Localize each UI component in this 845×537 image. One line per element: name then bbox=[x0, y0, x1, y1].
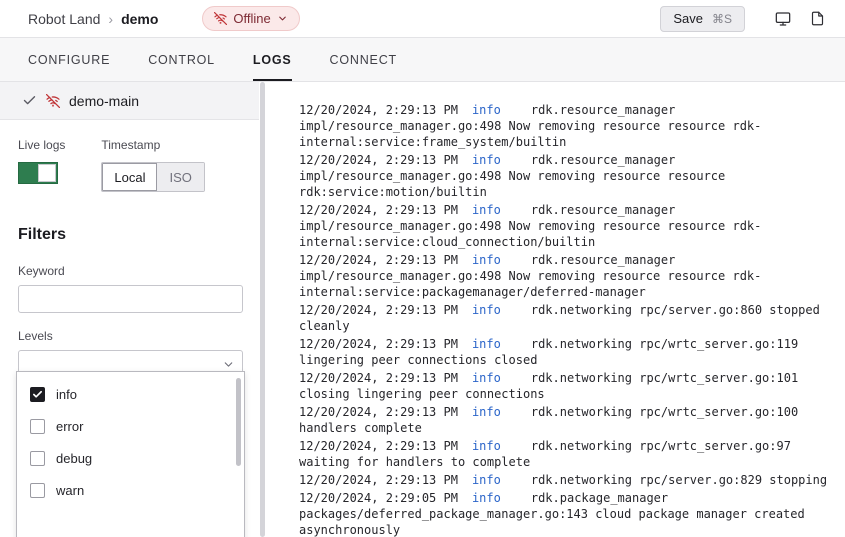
log-entry: 12/20/2024, 2:29:13 PMinfordk.networking… bbox=[299, 438, 841, 470]
save-label: Save bbox=[673, 11, 703, 26]
wifi-off-icon bbox=[214, 12, 227, 25]
save-button[interactable]: Save ⌘S bbox=[660, 6, 745, 32]
live-logs-label: Live logs bbox=[18, 138, 65, 152]
log-entry: 12/20/2024, 2:29:13 PM info rdk.networking… bbox=[299, 472, 841, 488]
log-entry: 12/20/2024, 2:29:13 PMinfordk.resource_m… bbox=[299, 202, 841, 250]
levels-label: Levels bbox=[18, 329, 243, 343]
log-level: info bbox=[472, 371, 501, 385]
log-timestamp: 12/20/2024, 2:29:13 PM bbox=[299, 473, 458, 487]
log-controls: Live logs Timestamp Local ISO bbox=[18, 138, 243, 192]
log-level: info bbox=[472, 303, 501, 317]
check-icon bbox=[22, 93, 37, 108]
log-level: info bbox=[472, 203, 501, 217]
checkbox-icon bbox=[30, 483, 45, 498]
log-entry: 12/20/2024, 2:29:13 PMinfordk.resource_m… bbox=[299, 102, 841, 150]
levels-dropdown: info error debug warn bbox=[16, 371, 245, 537]
level-option-label: warn bbox=[56, 483, 84, 498]
timestamp-label: Timestamp bbox=[101, 138, 204, 152]
log-timestamp: 12/20/2024, 2:29:13 PM bbox=[299, 253, 458, 267]
tab-control[interactable]: CONTROL bbox=[148, 38, 215, 81]
machine-page: Robot Land › demo Offline Save ⌘S bbox=[0, 0, 845, 537]
tab-configure[interactable]: CONFIGURE bbox=[28, 38, 110, 81]
toggle-knob bbox=[38, 164, 56, 182]
timestamp-iso-button[interactable]: ISO bbox=[157, 163, 203, 191]
log-timestamp: 12/20/2024, 2:29:13 PM bbox=[299, 303, 458, 317]
file-icon bbox=[810, 11, 825, 26]
log-panel[interactable]: 12/20/2024, 2:29:13 PMinfordk.resource_m… bbox=[265, 82, 845, 537]
monitor-icon bbox=[775, 11, 791, 27]
level-option-label: info bbox=[56, 387, 77, 402]
log-entry: 12/20/2024, 2:29:13 PMinfordk.networking… bbox=[299, 302, 841, 334]
filters-title: Filters bbox=[18, 226, 243, 244]
live-logs-toggle[interactable] bbox=[18, 162, 58, 184]
top-bar: Robot Land › demo Offline Save ⌘S bbox=[0, 0, 845, 38]
level-option-error[interactable]: error bbox=[17, 410, 244, 442]
part-name: demo-main bbox=[69, 93, 139, 109]
status-badge[interactable]: Offline bbox=[202, 6, 299, 31]
status-label: Offline bbox=[233, 11, 270, 26]
log-message: rdk.networking rpc/server.go:829 stoppin… bbox=[531, 473, 827, 487]
timestamp-segmented-control: Local ISO bbox=[101, 162, 204, 192]
log-level: info bbox=[472, 103, 501, 117]
log-level: info bbox=[472, 253, 501, 267]
log-entry: 12/20/2024, 2:29:13 PMinfordk.networking… bbox=[299, 404, 841, 436]
checkbox-icon bbox=[30, 419, 45, 434]
level-option-warn[interactable]: warn bbox=[17, 474, 244, 506]
log-timestamp: 12/20/2024, 2:29:13 PM bbox=[299, 337, 458, 351]
keyword-label: Keyword bbox=[18, 264, 243, 278]
chevron-down-icon bbox=[277, 13, 288, 24]
timestamp-control: Timestamp Local ISO bbox=[101, 138, 204, 192]
breadcrumb-separator: › bbox=[108, 11, 113, 27]
log-entry: 12/20/2024, 2:29:13 PMinfordk.resource_m… bbox=[299, 252, 841, 300]
log-timestamp: 12/20/2024, 2:29:13 PM bbox=[299, 103, 458, 117]
log-entry: 12/20/2024, 2:29:13 PMinfordk.resource_m… bbox=[299, 152, 841, 200]
breadcrumb-machine: demo bbox=[121, 11, 158, 27]
log-entry: 12/20/2024, 2:29:05 PMinfordk.package_ma… bbox=[299, 490, 841, 537]
level-options-list: info error debug warn bbox=[17, 378, 244, 506]
tab-bar: CONFIGURE CONTROL LOGS CONNECT bbox=[0, 38, 845, 82]
breadcrumb-org[interactable]: Robot Land bbox=[28, 11, 100, 27]
dropdown-scrollbar[interactable] bbox=[236, 378, 241, 466]
keyword-field: Keyword bbox=[18, 264, 243, 313]
document-button[interactable] bbox=[803, 6, 831, 32]
log-level: info bbox=[472, 473, 501, 487]
level-option-debug[interactable]: debug bbox=[17, 442, 244, 474]
level-option-label: debug bbox=[56, 451, 92, 466]
log-entry: 12/20/2024, 2:29:13 PMinfordk.networking… bbox=[299, 370, 841, 402]
content-area: demo-main Live logs Timestamp Local I bbox=[0, 82, 845, 537]
log-timestamp: 12/20/2024, 2:29:13 PM bbox=[299, 439, 458, 453]
log-timestamp: 12/20/2024, 2:29:05 PM bbox=[299, 491, 458, 505]
log-level: info bbox=[472, 153, 501, 167]
level-option-label: error bbox=[56, 419, 83, 434]
log-entry: 12/20/2024, 2:29:13 PMinfordk.networking… bbox=[299, 336, 841, 368]
checkbox-icon bbox=[30, 451, 45, 466]
log-level: info bbox=[472, 405, 501, 419]
log-level: info bbox=[472, 491, 501, 505]
monitor-button[interactable] bbox=[769, 6, 797, 32]
wifi-off-icon bbox=[46, 94, 60, 108]
log-timestamp: 12/20/2024, 2:29:13 PM bbox=[299, 405, 458, 419]
log-timestamp: 12/20/2024, 2:29:13 PM bbox=[299, 203, 458, 217]
keyword-input[interactable] bbox=[18, 285, 243, 313]
live-logs-control: Live logs bbox=[18, 138, 65, 192]
checkbox-icon bbox=[30, 387, 45, 402]
log-level: info bbox=[472, 439, 501, 453]
tab-connect[interactable]: CONNECT bbox=[330, 38, 397, 81]
level-option-info[interactable]: info bbox=[17, 378, 244, 410]
save-shortcut: ⌘S bbox=[712, 12, 732, 26]
tab-logs[interactable]: LOGS bbox=[253, 38, 292, 81]
part-selector[interactable]: demo-main bbox=[0, 82, 259, 120]
log-timestamp: 12/20/2024, 2:29:13 PM bbox=[299, 371, 458, 385]
breadcrumb: Robot Land › demo bbox=[28, 11, 158, 27]
log-timestamp: 12/20/2024, 2:29:13 PM bbox=[299, 153, 458, 167]
log-level: info bbox=[472, 337, 501, 351]
timestamp-local-button[interactable]: Local bbox=[102, 163, 157, 191]
sidebar: demo-main Live logs Timestamp Local I bbox=[0, 82, 259, 537]
